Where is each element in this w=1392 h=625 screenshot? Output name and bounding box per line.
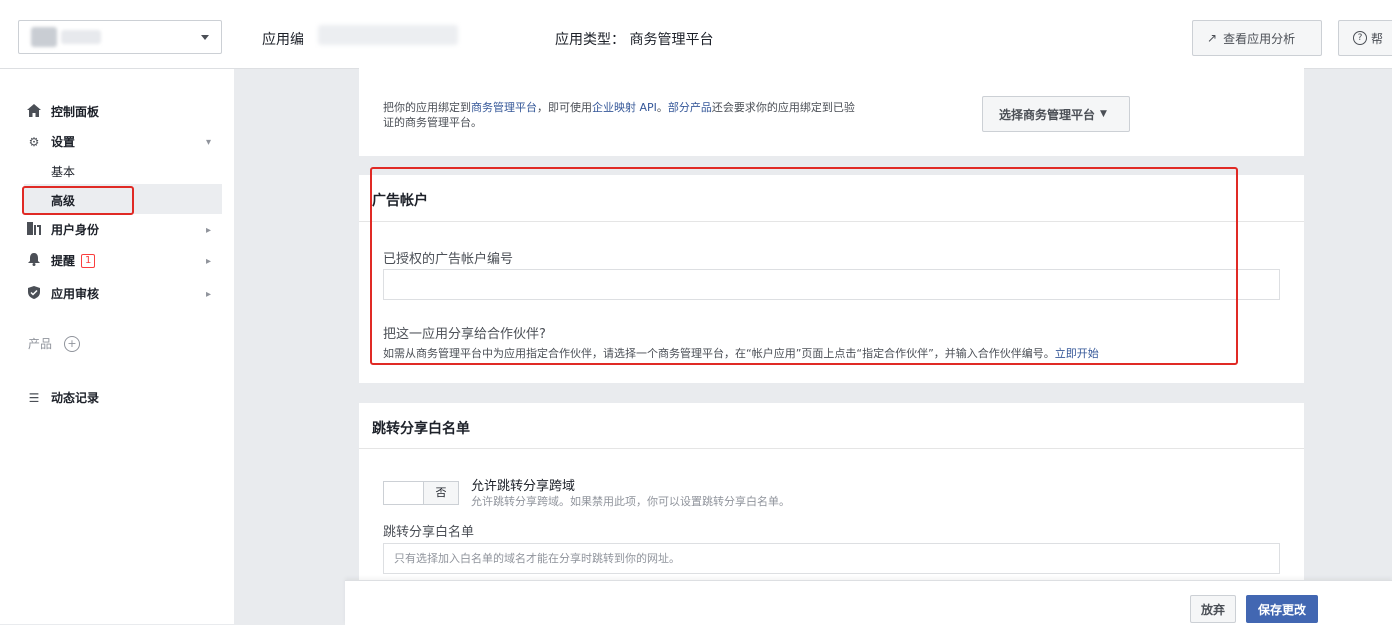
sidebar: 控制面板 ⚙ 设置 ▾ 基本 高级 用户身份 ▸ 提醒 1 ▸ 应用审核 ▸ 产… — [0, 69, 234, 624]
chevron-down-icon[interactable]: ▾ — [206, 137, 211, 148]
chevron-right-icon[interactable]: ▸ — [206, 256, 211, 267]
roles-icon — [26, 221, 42, 238]
help-button[interactable]: ? 帮 — [1338, 20, 1392, 56]
sidebar-label-alerts: 提醒 — [51, 254, 76, 268]
sidebar-item-alerts[interactable]: 提醒 1 — [26, 252, 96, 269]
discard-button[interactable]: 放弃 — [1190, 595, 1236, 623]
cross-domain-toggle[interactable]: 否 — [383, 481, 459, 505]
select-business-manager-label: 选择商务管理平台 — [999, 107, 1096, 122]
toggle-off-label: 否 — [423, 482, 458, 504]
sidebar-item-app-review[interactable]: 应用审核 — [26, 285, 99, 302]
discard-label: 放弃 — [1200, 602, 1225, 617]
home-icon — [26, 103, 42, 120]
sidebar-label-app-review: 应用审核 — [51, 287, 100, 301]
shield-icon — [26, 285, 42, 302]
list-icon: ☰ — [28, 390, 40, 405]
app-type-label: 应用类型： 商务管理平台 — [555, 32, 714, 48]
sidebar-label-activity-log: 动态记录 — [51, 391, 100, 405]
cross-domain-toggle-description: 允许跳转分享跨域。如果禁用此项，你可以设置跳转分享白名单。 — [471, 495, 790, 508]
trend-arrow-icon: ↗ — [1207, 31, 1218, 45]
view-analytics-label: 查看应用分析 — [1223, 31, 1296, 46]
footer-action-bar: 放弃 保存更改 — [345, 580, 1392, 625]
app-name-blurred-value — [318, 25, 458, 45]
app-avatar — [31, 27, 57, 47]
view-analytics-button[interactable]: ↗ 查看应用分析 — [1192, 20, 1322, 56]
top-bar: 应用编 应用类型： 商务管理平台 ↗ 查看应用分析 ? 帮 — [0, 0, 1392, 69]
some-products-link[interactable]: 部分产品 — [668, 101, 712, 114]
cross-domain-toggle-title: 允许跳转分享跨域 — [471, 479, 576, 494]
save-changes-label: 保存更改 — [1257, 602, 1306, 617]
sidebar-label-products: 产品 — [28, 337, 53, 351]
bell-icon — [26, 252, 42, 269]
sidebar-item-settings[interactable]: ⚙ 设置 — [26, 133, 75, 150]
highlight-box-ad-accounts — [370, 167, 1238, 365]
help-label: 帮 — [1371, 31, 1384, 46]
caret-down-icon — [201, 35, 209, 40]
chevron-right-icon[interactable]: ▸ — [206, 289, 211, 300]
business-manager-card: 把你的应用绑定到商务管理平台，即可使用企业映射 API。部分产品还会要求你的应用… — [359, 68, 1304, 156]
sidebar-item-dashboard[interactable]: 控制面板 — [26, 103, 99, 120]
caret-down-icon: ▼ — [1100, 109, 1107, 119]
alerts-badge: 1 — [81, 253, 96, 268]
sidebar-label-dashboard: 控制面板 — [51, 105, 100, 119]
card-divider — [359, 448, 1304, 449]
app-name-blurred — [61, 30, 101, 44]
business-manager-link[interactable]: 商务管理平台 — [471, 101, 537, 114]
help-icon: ? — [1353, 31, 1367, 45]
sidebar-label-settings: 设置 — [51, 135, 76, 149]
select-business-manager-button[interactable]: 选择商务管理平台 ▼ — [982, 96, 1130, 132]
sidebar-item-activity-log[interactable]: ☰ 动态记录 — [26, 389, 99, 406]
chevron-right-icon[interactable]: ▸ — [206, 225, 211, 236]
add-product-icon[interactable]: + — [64, 335, 81, 352]
business-mapping-api-link[interactable]: 企业映射 API — [592, 101, 657, 114]
business-bind-text: 把你的应用绑定到商务管理平台，即可使用企业映射 API。部分产品还会要求你的应用… — [383, 101, 855, 129]
app-selector[interactable] — [18, 20, 222, 54]
whitelist-label: 跳转分享白名单 — [383, 525, 475, 540]
app-name-label: 应用编 — [262, 32, 304, 48]
sidebar-item-basic[interactable]: 基本 — [51, 163, 75, 180]
sidebar-label-roles: 用户身份 — [51, 223, 100, 237]
redirect-whitelist-title: 跳转分享白名单 — [372, 421, 470, 437]
highlight-box-advanced — [22, 186, 134, 215]
sidebar-item-roles[interactable]: 用户身份 — [26, 221, 99, 238]
sidebar-products: 产品 + — [28, 335, 81, 352]
whitelist-input[interactable]: 只有选择加入白名单的域名才能在分享时跳转到你的网址。 — [383, 543, 1280, 574]
save-changes-button[interactable]: 保存更改 — [1246, 595, 1318, 623]
gear-icon: ⚙ — [28, 134, 40, 149]
